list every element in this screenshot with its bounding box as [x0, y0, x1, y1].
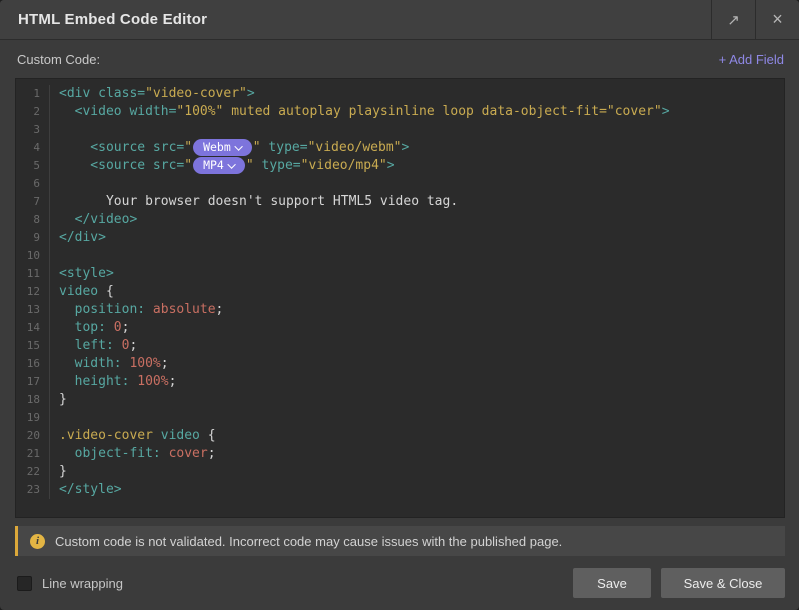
dialog-title: HTML Embed Code Editor — [0, 0, 711, 39]
save-and-close-button[interactable]: Save & Close — [661, 568, 785, 598]
line-number: 13 — [16, 301, 50, 319]
field-dropdown-webm[interactable]: Webm — [193, 139, 252, 156]
close-icon: × — [772, 9, 783, 30]
line-number: 19 — [16, 409, 50, 427]
line-number: 14 — [16, 319, 50, 337]
dialog-header: HTML Embed Code Editor ↗ × — [0, 0, 799, 40]
code-line: 4 <source src="Webm" type="video/webm"> — [16, 139, 784, 157]
code-line-content: <source src="MP4" type="video/mp4"> — [50, 157, 395, 175]
line-number: 6 — [16, 175, 50, 193]
html-embed-code-editor-dialog: HTML Embed Code Editor ↗ × Custom Code: … — [0, 0, 799, 610]
code-line-content — [50, 121, 59, 139]
code-line-content: Your browser doesn't support HTML5 video… — [50, 193, 458, 211]
line-number: 2 — [16, 103, 50, 121]
code-line: 13 position: absolute; — [16, 301, 784, 319]
code-line-content: } — [50, 463, 67, 481]
code-line: 15 left: 0; — [16, 337, 784, 355]
code-line: 18} — [16, 391, 784, 409]
code-line: 12video { — [16, 283, 784, 301]
toolbar-row: Custom Code: + Add Field — [0, 40, 799, 78]
info-icon: i — [30, 534, 45, 549]
save-button[interactable]: Save — [573, 568, 651, 598]
line-number: 7 — [16, 193, 50, 211]
code-line-content: width: 100%; — [50, 355, 169, 373]
code-line: 11<style> — [16, 265, 784, 283]
code-line: 22} — [16, 463, 784, 481]
line-wrapping-control: Line wrapping — [17, 576, 123, 591]
line-number: 16 — [16, 355, 50, 373]
expand-icon: ↗ — [727, 11, 740, 29]
code-line: 8 </video> — [16, 211, 784, 229]
code-line: 20.video-cover video { — [16, 427, 784, 445]
dialog-footer: Line wrapping Save Save & Close — [0, 556, 799, 610]
line-number: 12 — [16, 283, 50, 301]
code-line: 10 — [16, 247, 784, 265]
expand-button[interactable]: ↗ — [711, 0, 755, 39]
code-line: 14 top: 0; — [16, 319, 784, 337]
line-number: 15 — [16, 337, 50, 355]
line-number: 9 — [16, 229, 50, 247]
code-line-content — [50, 409, 59, 427]
code-line: 1<div class="video-cover"> — [16, 85, 784, 103]
notice-text: Custom code is not validated. Incorrect … — [55, 534, 562, 549]
code-line-content: .video-cover video { — [50, 427, 216, 445]
field-dropdown-label: Webm — [203, 139, 231, 156]
code-line: 5 <source src="MP4" type="video/mp4"> — [16, 157, 784, 175]
line-number: 18 — [16, 391, 50, 409]
code-line-content: <div class="video-cover"> — [50, 85, 255, 103]
line-number: 1 — [16, 85, 50, 103]
validation-notice: i Custom code is not validated. Incorrec… — [15, 526, 785, 556]
code-line-content: </style> — [50, 481, 122, 499]
chevron-down-icon — [227, 160, 235, 168]
code-line-content: height: 100%; — [50, 373, 176, 391]
line-wrapping-checkbox[interactable] — [17, 576, 32, 591]
code-line-content: <source src="Webm" type="video/webm"> — [50, 139, 409, 157]
code-line: 23</style> — [16, 481, 784, 499]
code-line: 19 — [16, 409, 784, 427]
code-line-content: </div> — [50, 229, 106, 247]
line-number: 8 — [16, 211, 50, 229]
code-line: 7 Your browser doesn't support HTML5 vid… — [16, 193, 784, 211]
code-line-content: } — [50, 391, 67, 409]
code-line-content — [50, 247, 59, 265]
code-line-content: </video> — [50, 211, 137, 229]
code-line: 9</div> — [16, 229, 784, 247]
code-line-content — [50, 175, 59, 193]
code-editor-lines: 1<div class="video-cover">2 <video width… — [16, 85, 784, 499]
code-line: 3 — [16, 121, 784, 139]
code-line: 2 <video width="100%" muted autoplay pla… — [16, 103, 784, 121]
line-number: 22 — [16, 463, 50, 481]
code-line: 16 width: 100%; — [16, 355, 784, 373]
line-number: 20 — [16, 427, 50, 445]
code-line-content: top: 0; — [50, 319, 129, 337]
line-number: 10 — [16, 247, 50, 265]
line-number: 23 — [16, 481, 50, 499]
code-editor[interactable]: 1<div class="video-cover">2 <video width… — [15, 78, 785, 518]
code-line: 17 height: 100%; — [16, 373, 784, 391]
code-line-content: <style> — [50, 265, 114, 283]
code-line: 21 object-fit: cover; — [16, 445, 784, 463]
line-number: 21 — [16, 445, 50, 463]
line-number: 3 — [16, 121, 50, 139]
line-number: 4 — [16, 139, 50, 157]
custom-code-label: Custom Code: — [17, 52, 100, 67]
line-number: 11 — [16, 265, 50, 283]
code-line-content: object-fit: cover; — [50, 445, 216, 463]
field-dropdown-label: MP4 — [203, 157, 224, 174]
line-wrapping-label: Line wrapping — [42, 576, 123, 591]
code-line-content: position: absolute; — [50, 301, 223, 319]
line-number: 5 — [16, 157, 50, 175]
add-field-link[interactable]: + Add Field — [719, 52, 784, 67]
footer-buttons: Save Save & Close — [573, 568, 785, 598]
code-line-content: left: 0; — [50, 337, 137, 355]
chevron-down-icon — [234, 142, 242, 150]
field-dropdown-mp4[interactable]: MP4 — [193, 157, 245, 174]
line-number: 17 — [16, 373, 50, 391]
code-line-content: video { — [50, 283, 114, 301]
close-button[interactable]: × — [755, 0, 799, 39]
code-line: 6 — [16, 175, 784, 193]
code-line-content: <video width="100%" muted autoplay plays… — [50, 103, 670, 121]
